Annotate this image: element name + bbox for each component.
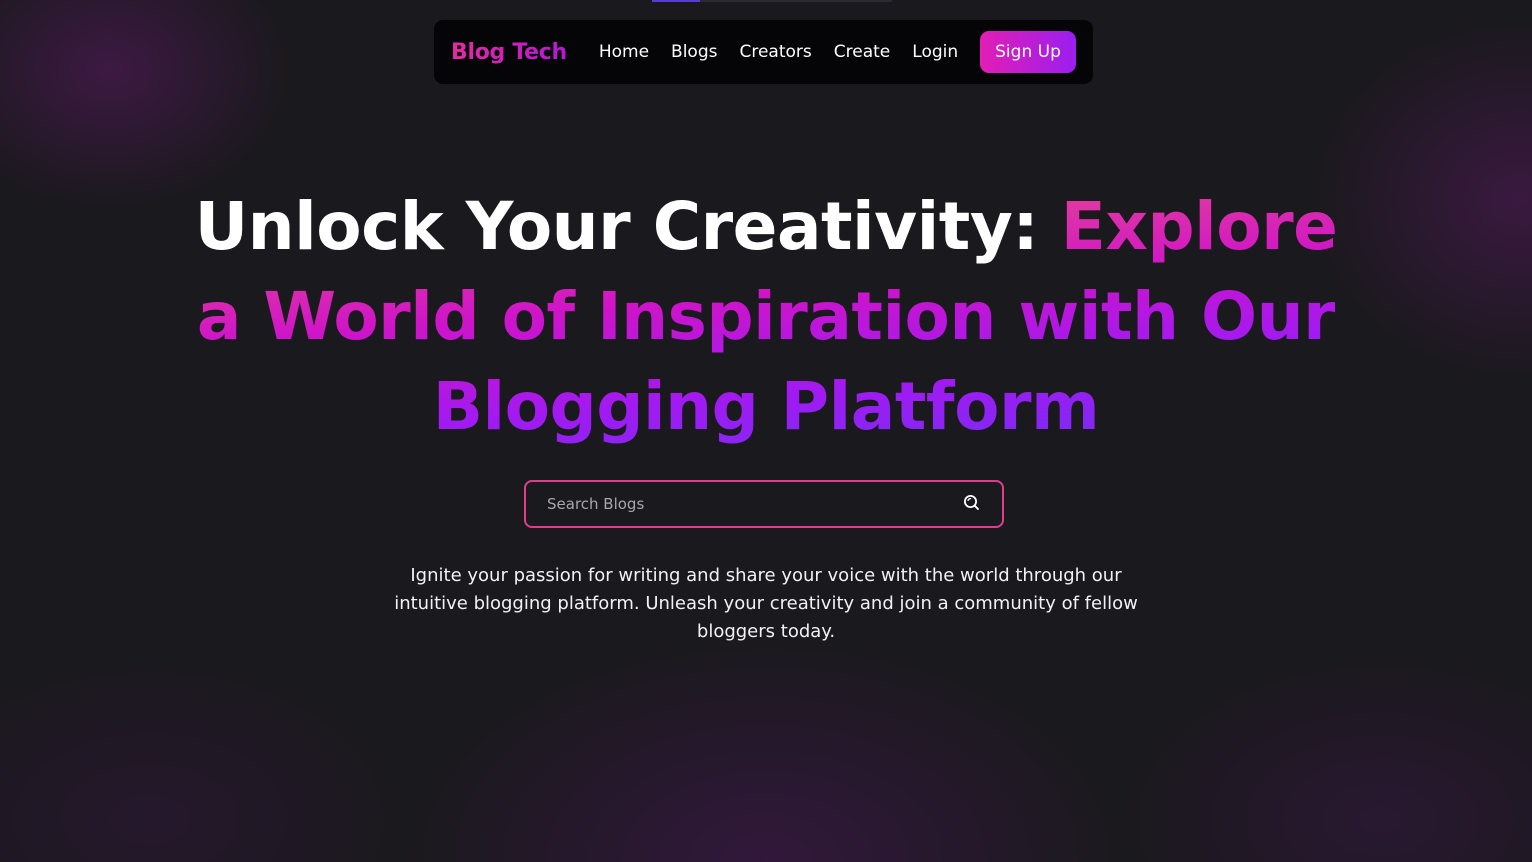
signup-button[interactable]: Sign Up — [980, 31, 1076, 73]
hero-title-plain: Unlock Your Creativity: — [194, 188, 1039, 265]
search-input[interactable] — [545, 494, 960, 514]
hero-title: Unlock Your Creativity: Explore a World … — [180, 182, 1352, 452]
search-icon[interactable] — [960, 491, 982, 513]
top-scroll-indicator-active — [652, 0, 700, 2]
top-scroll-indicator — [652, 0, 892, 2]
nav-link-blogs[interactable]: Blogs — [671, 42, 717, 62]
search-icon-graphic — [963, 494, 979, 510]
brand-logo[interactable]: Blog Tech — [451, 40, 567, 65]
hero-description: Ignite your passion for writing and shar… — [394, 565, 1138, 642]
nav-link-create[interactable]: Create — [834, 42, 891, 62]
nav-link-login[interactable]: Login — [912, 42, 958, 62]
search-bar — [524, 480, 1004, 528]
nav-link-creators[interactable]: Creators — [739, 42, 811, 62]
navbar: Blog Tech Home Blogs Creators Create Log… — [434, 20, 1093, 84]
nav-link-home[interactable]: Home — [599, 42, 649, 62]
